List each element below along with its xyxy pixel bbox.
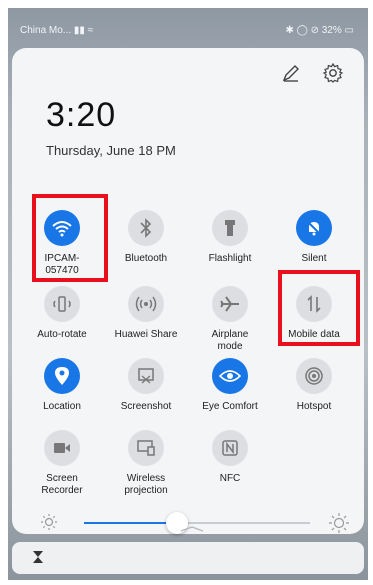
nfc-icon [222,440,238,456]
pencil-icon [282,65,299,82]
tile-label: Screenshot [120,401,172,412]
brightness-track [180,522,310,524]
tile-label: Flashlight [208,253,252,264]
flashlight-icon [225,220,235,236]
control-panel: 3:20 Thursday, June 18 PM IPCAM- 057470 … [12,48,364,534]
notification-bar[interactable] [12,542,364,574]
tile-label: Huawei Share [114,329,178,340]
tile-label: Silent [301,253,327,264]
tile-wireless-projection[interactable]: Wireless projection [104,430,188,497]
phone-screen: China Mo... ▮▮ ≈ ✱ ◯ ⊘ 32% ▭ 3:20 Thursd… [8,8,368,580]
tile-screenshot[interactable]: Screenshot [104,358,188,413]
collapse-handle-icon[interactable] [180,526,204,532]
tile-label: NFC [219,473,241,484]
location-pin-icon [55,367,69,385]
tile-auto-rotate[interactable]: Auto-rotate [20,286,104,341]
tile-label: Bluetooth [124,253,168,264]
tile-bluetooth[interactable]: Bluetooth [104,210,188,265]
tile-label: Auto-rotate [37,329,87,340]
status-bar: China Mo... ▮▮ ≈ ✱ ◯ ⊘ 32% ▭ [8,8,368,38]
huawei-share-icon [135,296,157,312]
battery-percent: 32% [321,25,342,36]
brightness-high-icon [329,513,349,533]
tile-location[interactable]: Location [20,358,104,413]
highlight-box-wifi [32,194,108,282]
brightness-low-icon [41,514,57,530]
tile-label: Eye Comfort [202,401,258,412]
tile-eye-comfort[interactable]: Eye Comfort [188,358,272,413]
screenshot-icon [138,368,154,384]
hourglass-icon [33,551,43,563]
gear-icon [322,62,344,83]
battery-icon: ▭ [344,25,354,36]
auto-rotate-icon [53,296,71,312]
tile-label: Location [43,401,81,412]
tile-nfc[interactable]: NFC [188,430,272,485]
video-camera-icon [54,443,70,453]
tile-huawei-share[interactable]: Huawei Share [104,286,188,341]
tile-label: Wireless projection [124,473,168,496]
tile-airplane-mode[interactable]: Airplane mode [188,286,272,353]
signal-icon: ▮▮ ≈ [73,25,94,36]
clock-time: 3:20 [46,96,117,134]
tile-screen-recorder[interactable]: Screen Recorder [20,430,104,497]
eye-icon [219,370,241,382]
silent-bell-icon [306,220,322,236]
bluetooth-icon [140,218,152,238]
status-icons: ✱ ◯ ⊘ [285,25,319,36]
airplane-icon [220,296,239,312]
hotspot-icon [305,367,323,385]
carrier-name: China Mo... [20,25,72,36]
tile-label: Screen Recorder [41,473,83,496]
tile-silent[interactable]: Silent [272,210,356,265]
clock-date: Thursday, June 18 PM [46,143,176,158]
highlight-box-mobile-data [278,270,360,346]
projection-icon [137,440,155,456]
tile-flashlight[interactable]: Flashlight [188,210,272,265]
settings-button[interactable] [322,62,344,84]
tile-label: Airplane mode [211,329,249,352]
tile-hotspot[interactable]: Hotspot [272,358,356,413]
tile-label: Hotspot [296,401,332,412]
edit-button[interactable] [280,62,302,84]
